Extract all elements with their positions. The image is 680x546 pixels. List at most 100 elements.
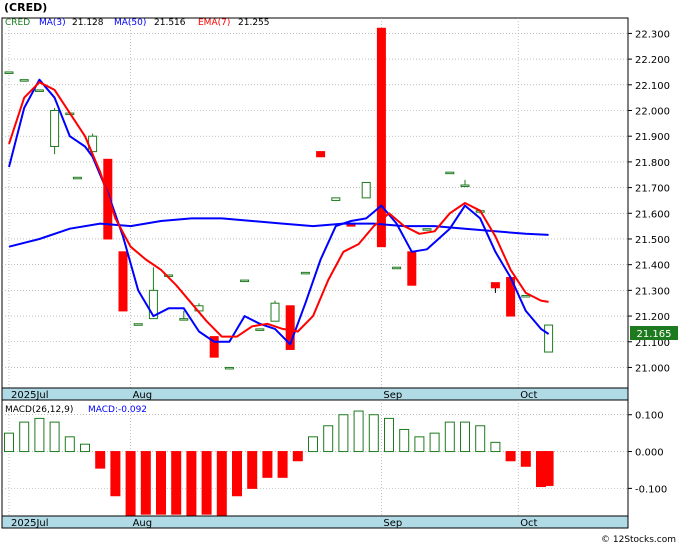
macd-bar-positive [80, 443, 90, 453]
macd-bar-positive [64, 436, 75, 453]
candle-body-up [72, 176, 82, 180]
macd-bar-positive [353, 410, 364, 453]
candle-body-up [255, 328, 265, 331]
macd-bar-positive [460, 421, 470, 453]
price-y-tick-label: 21.900 [635, 132, 670, 143]
candle-body-up [50, 110, 60, 147]
macd-bar-positive [399, 428, 410, 453]
price-x-tick-label: Sep [383, 390, 402, 401]
candle-body-up [521, 295, 531, 298]
macd-bar-negative [171, 451, 182, 515]
macd-x-tick-label: Aug [133, 518, 153, 529]
macd-x-tick-label: 2025Jul [11, 518, 49, 529]
legend-ticker: CRED [5, 18, 30, 28]
candle-body-up [224, 366, 234, 370]
macd-bar-negative [247, 451, 258, 489]
candle-body-up [445, 171, 455, 175]
candle-body-down [316, 151, 326, 158]
macd-x-tick-label: Sep [383, 518, 402, 529]
price-y-tick-label: 21.500 [635, 235, 670, 246]
price-y-tick-label: 21.700 [635, 184, 670, 195]
macd-bar-negative [216, 451, 227, 517]
candle-body-up [460, 184, 470, 188]
macd-y-tick-label: 0.000 [635, 448, 664, 459]
macd-value: MACD:-0.092 [88, 405, 147, 415]
macd-bar-positive [475, 425, 486, 453]
macd-bar-negative [186, 451, 197, 517]
legend-ema7-label: EMA(7) [198, 18, 230, 28]
price-y-tick-label: 21.200 [635, 312, 670, 323]
macd-y-tick-label: 0.100 [635, 411, 664, 422]
candle-body-up [179, 318, 189, 321]
macd-bar-positive [323, 425, 334, 453]
macd-bar-negative [110, 451, 121, 497]
macd-bar-negative [262, 451, 273, 478]
macd-bar-negative [505, 451, 516, 462]
stock-chart: 22.300 22.200 22.100 22.000 21.900 21.800 21.7… [0, 0, 680, 546]
macd-bar-negative [277, 451, 288, 478]
candle-body-up [331, 197, 341, 201]
price-y-tick-label: 22.300 [635, 29, 670, 40]
candle-body-up [34, 89, 44, 92]
candle-body-up [422, 228, 432, 231]
price-x-tick-label: Oct [520, 390, 537, 401]
macd-bar-positive [34, 417, 45, 453]
price-y-tick-label: 22.100 [635, 81, 670, 92]
legend-ema7-value: 21.255 [238, 18, 270, 28]
macd-bar-positive [444, 421, 455, 453]
macd-bar-negative [140, 451, 151, 515]
macd-bar-negative [520, 451, 531, 467]
legend-ma3-value: 21.128 [72, 18, 104, 28]
macd-bar-positive [4, 432, 14, 453]
macd-x-tick-label: Oct [520, 518, 537, 529]
chart-symbol: (CRED) [4, 1, 47, 14]
macd-bar-positive [19, 421, 30, 453]
price-y-tick-label: 21.300 [635, 286, 670, 297]
watermark: © 12Stocks.com [601, 535, 676, 545]
price-y-tick-label: 21.400 [635, 261, 670, 272]
candle-body-down [490, 282, 500, 289]
macd-bar-negative [292, 451, 303, 462]
chart-canvas: 22.300 22.200 22.100 22.000 21.900 21.800 21.7… [1, 1, 678, 545]
macd-bar-negative [201, 451, 212, 515]
macd-title: MACD(26,12,9) [5, 405, 73, 415]
last-price-tag: 21.165 [637, 329, 672, 340]
candle-body-up [544, 324, 554, 353]
candle-body-up [240, 279, 250, 283]
macd-bar-negative [95, 451, 106, 469]
price-x-tick-label: 2025Jul [11, 390, 49, 401]
macd-bar-negative [156, 451, 166, 515]
macd-bar-positive [490, 441, 501, 453]
macd-y-tick-label: -0.100 [635, 484, 667, 495]
macd-bar-positive [414, 436, 425, 453]
macd-bar-positive [429, 432, 440, 453]
candle-body-down [407, 251, 417, 286]
candle-body-up [133, 323, 143, 326]
candle-body-up [392, 266, 402, 270]
price-y-tick-label: 22.200 [635, 55, 670, 66]
macd-bar-negative [543, 451, 554, 486]
macd-bar-positive [49, 421, 60, 453]
price-panel-frame [1, 17, 629, 389]
candle-body-up [270, 302, 280, 322]
candle-body-down [118, 251, 128, 312]
legend-ma50-label: MA(50) [114, 18, 146, 28]
macd-bar-positive [338, 414, 349, 453]
legend-ma50-value: 21.516 [154, 18, 186, 28]
price-x-tick-label: Aug [133, 390, 153, 401]
price-axis: 22.300 22.200 22.100 22.000 21.900 21.800 21.7… [628, 29, 670, 374]
macd-axis: 0.100 0.000 -0.100 [628, 411, 667, 495]
macd-bar-positive [308, 436, 318, 453]
candle-body-up [4, 71, 14, 74]
candle-body-up [19, 79, 29, 82]
macd-bar-negative [232, 451, 242, 497]
macd-bar-positive [384, 417, 394, 453]
price-y-tick-label: 21.800 [635, 158, 670, 169]
macd-bar-positive [368, 414, 379, 453]
macd-bar-negative [125, 451, 136, 519]
legend-ma3-label: MA(3) [39, 18, 66, 28]
price-y-tick-label: 21.000 [635, 363, 670, 374]
candle-body-up [361, 181, 371, 199]
price-y-tick-label: 21.600 [635, 209, 670, 220]
candle-body-down [376, 27, 386, 248]
